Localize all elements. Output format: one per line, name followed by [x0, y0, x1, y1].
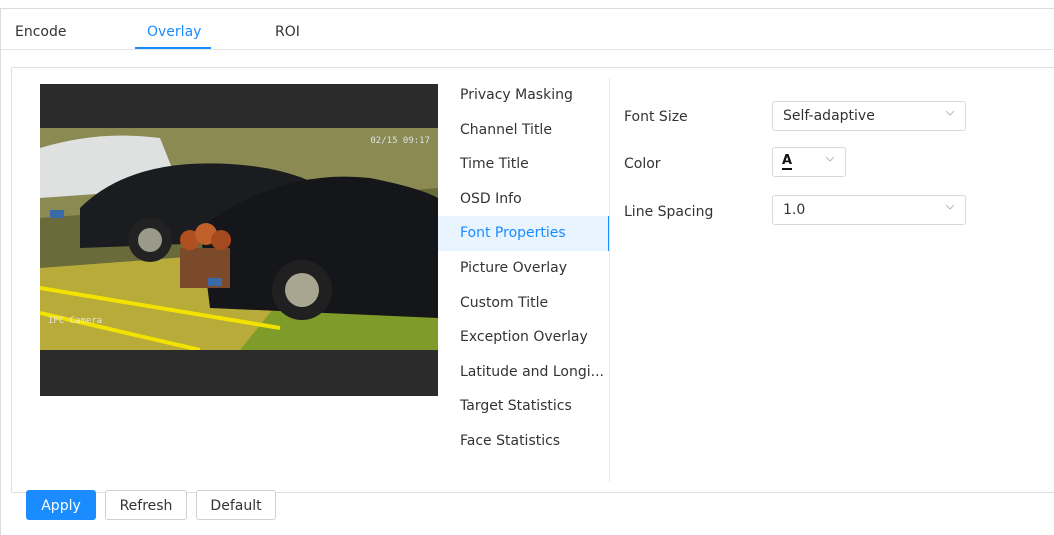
line-spacing-value: 1.0 — [783, 202, 806, 218]
overlay-menu: Privacy Masking Channel Title Time Title… — [438, 78, 610, 459]
apply-button[interactable]: Apply — [26, 490, 96, 520]
time-osd-overlay: 02/15 09:17 — [370, 136, 430, 146]
chevron-down-icon — [825, 156, 835, 162]
tab-bar: Encode Overlay ROI — [1, 9, 1053, 50]
overlay-panel: 02/15 09:17 IPC Camera Privacy Masking C… — [11, 67, 1054, 493]
menu-item-custom-title[interactable]: Custom Title — [438, 286, 610, 321]
tab-roi[interactable]: ROI — [275, 9, 300, 49]
menu-item-picture-overlay[interactable]: Picture Overlay — [438, 251, 610, 286]
menu-item-face-statistics[interactable]: Face Statistics — [438, 424, 610, 459]
menu-item-privacy-masking[interactable]: Privacy Masking — [438, 78, 610, 113]
live-video-image: 02/15 09:17 IPC Camera — [40, 128, 438, 350]
menu-item-font-properties[interactable]: Font Properties — [438, 216, 610, 251]
channel-osd-overlay: IPC Camera — [48, 316, 103, 326]
active-tab-indicator — [135, 47, 211, 49]
menu-item-time-title[interactable]: Time Title — [438, 147, 610, 182]
video-preview: 02/15 09:17 IPC Camera — [40, 84, 438, 396]
menu-item-exception-overlay[interactable]: Exception Overlay — [438, 320, 610, 355]
line-spacing-select[interactable]: 1.0 — [772, 195, 966, 225]
chevron-down-icon — [945, 110, 955, 116]
menu-item-osd-info[interactable]: OSD Info — [438, 182, 610, 217]
line-spacing-label: Line Spacing — [624, 204, 714, 220]
tab-overlay[interactable]: Overlay — [147, 9, 201, 49]
font-size-select[interactable]: Self-adaptive — [772, 101, 966, 131]
menu-item-target-statistics[interactable]: Target Statistics — [438, 389, 610, 424]
color-swatch-underline — [782, 168, 792, 170]
color-value: A — [782, 153, 793, 168]
font-size-value: Self-adaptive — [783, 108, 875, 124]
overlay-settings-page: Encode Overlay ROI 02/15 09:17 IPC Camer… — [0, 8, 1054, 535]
font-size-label: Font Size — [624, 109, 688, 125]
color-label: Color — [624, 156, 661, 172]
tab-encode[interactable]: Encode — [15, 9, 66, 49]
menu-item-latitude-longitude[interactable]: Latitude and Longi... — [438, 355, 610, 390]
menu-item-channel-title[interactable]: Channel Title — [438, 113, 610, 148]
top-strip — [0, 0, 1054, 8]
default-button[interactable]: Default — [196, 490, 276, 520]
color-picker[interactable]: A — [772, 147, 846, 177]
refresh-button[interactable]: Refresh — [105, 490, 187, 520]
chevron-down-icon — [945, 204, 955, 210]
menu-divider — [609, 78, 610, 482]
